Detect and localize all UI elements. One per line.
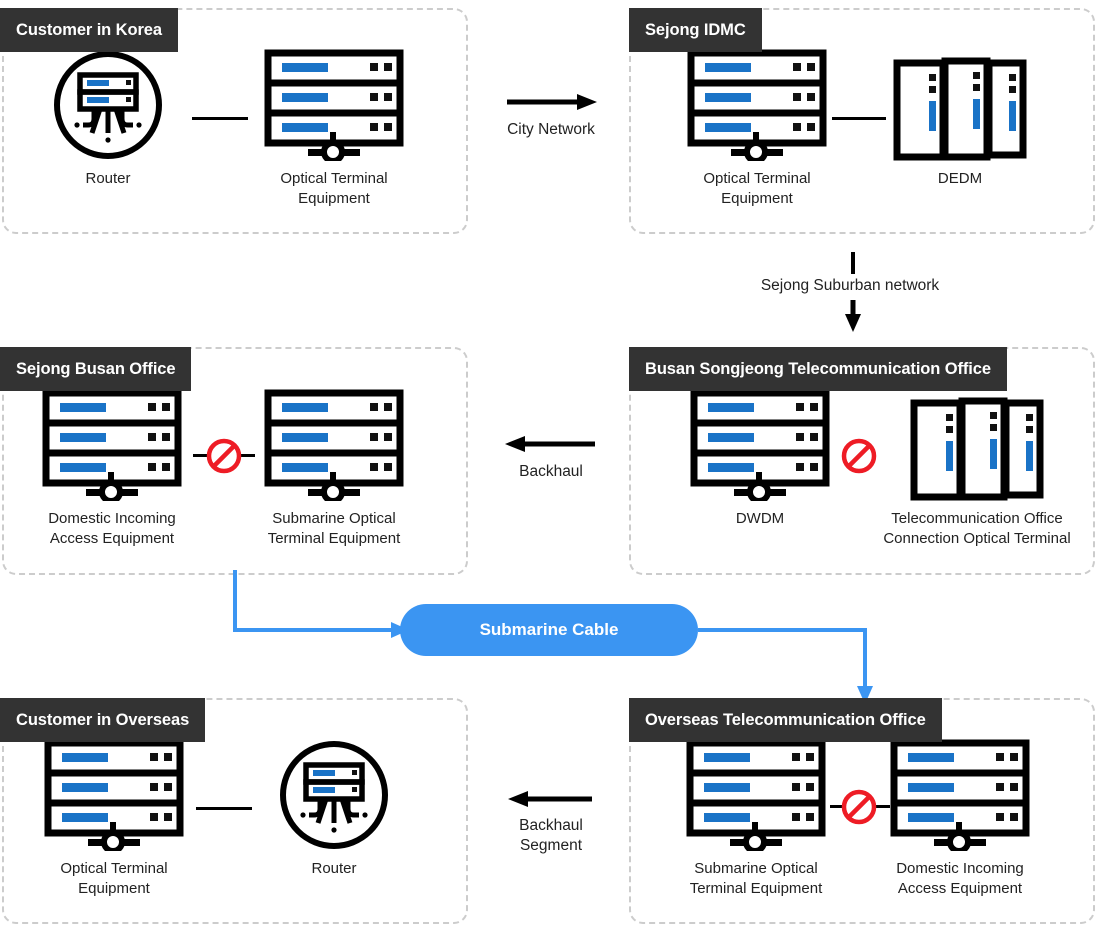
no-entry-icon [205, 437, 243, 475]
city-network-label: City Network [507, 121, 595, 138]
device-ote-kr: Optical Terminal Equipment [234, 56, 434, 209]
backhaul-segment-arrow [508, 791, 592, 807]
submarine-cable-outbound-path [698, 628, 873, 704]
no-entry-icon [840, 788, 878, 826]
device-caption: Router [311, 860, 357, 877]
device-caption: Domestic Incoming Access Equipment [896, 860, 1024, 897]
server-rack-icon [656, 746, 856, 851]
device-caption: Telecommunication Office Connection Opti… [883, 510, 1071, 547]
device-caption: Router [85, 170, 131, 187]
device-ote-idmc: Optical Terminal Equipment [657, 56, 857, 209]
panel-title-customer-korea: Customer in Korea [0, 8, 178, 52]
suburban-line-upper [851, 252, 855, 274]
device-caption: Optical Terminal Equipment [280, 170, 388, 207]
panel-title-busan-songjeong: Busan Songjeong Telecommunication Office [629, 347, 1007, 391]
backhaul-label: Backhaul [519, 463, 583, 480]
device-router-overseas: Router [234, 746, 434, 879]
diagram-canvas: Customer in Korea Router Optical Termina… [0, 0, 1099, 932]
submarine-cable-node[interactable]: Submarine Cable [400, 604, 698, 656]
server-rack-icon [234, 56, 434, 161]
device-caption: Submarine Optical Terminal Equipment [267, 510, 401, 547]
sejong-suburban-label: Sejong Suburban network [760, 277, 940, 294]
backhaul-arrow [505, 436, 595, 452]
server-rack-icon [14, 746, 214, 851]
submarine-cable-label: Submarine Cable [479, 620, 619, 639]
backhaul-segment-label: Backhaul Segment [519, 817, 583, 854]
device-ote-overseas: Optical Terminal Equipment [14, 746, 214, 899]
device-domestic-incoming-kr: Domestic Incoming Access Equipment [12, 396, 212, 549]
device-domestic-incoming-os: Domestic Incoming Access Equipment [860, 746, 1060, 899]
device-submarine-ote-kr: Submarine Optical Terminal Equipment [234, 396, 434, 549]
server-rack-icon [660, 396, 860, 501]
device-caption: Optical Terminal Equipment [703, 170, 811, 207]
cabinet-trio-icon [862, 396, 1092, 501]
suburban-arrow-down [845, 300, 861, 332]
server-rack-icon [12, 396, 212, 501]
device-tel-office-conn: Telecommunication Office Connection Opti… [862, 396, 1092, 549]
router-circle-icon [234, 746, 434, 851]
device-caption: DWDM [735, 510, 785, 527]
device-caption: DEDM [937, 170, 983, 187]
panel-title-overseas-tel-office: Overseas Telecommunication Office [629, 698, 942, 742]
panel-title-sejong-busan-office: Sejong Busan Office [0, 347, 192, 391]
city-network-arrow [507, 94, 597, 110]
submarine-cable-inbound-path [233, 570, 409, 638]
router-circle-icon [8, 56, 208, 161]
device-caption: Domestic Incoming Access Equipment [48, 510, 176, 547]
server-rack-icon [860, 746, 1060, 851]
device-caption: Submarine Optical Terminal Equipment [689, 860, 823, 897]
device-router-kr: Router [8, 56, 208, 189]
device-dwdm: DWDM [660, 396, 860, 529]
device-dedm: DEDM [860, 56, 1060, 189]
server-rack-icon [234, 396, 434, 501]
cabinet-trio-icon [860, 56, 1060, 161]
server-rack-icon [657, 56, 857, 161]
device-submarine-ote-os: Submarine Optical Terminal Equipment [656, 746, 856, 899]
device-caption: Optical Terminal Equipment [60, 860, 168, 897]
no-entry-icon [840, 437, 878, 475]
panel-title-sejong-idmc: Sejong IDMC [629, 8, 762, 52]
panel-title-customer-overseas: Customer in Overseas [0, 698, 206, 742]
